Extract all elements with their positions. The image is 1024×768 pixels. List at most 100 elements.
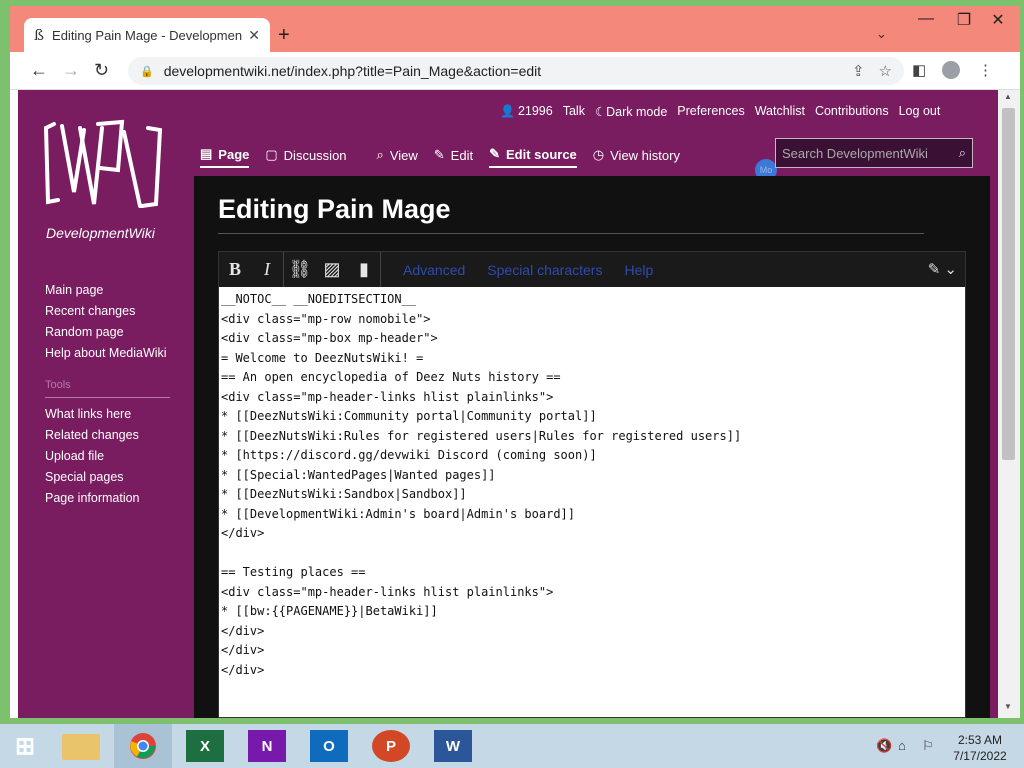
windows-taskbar: ⊞ X N O P W 🔇 ⌂ ⚐ 2:53 AM 7/17/2022 [0, 724, 1024, 768]
user-id: 21996 [517, 104, 553, 118]
bold-button[interactable]: B [219, 252, 251, 287]
word-icon[interactable]: W [434, 730, 472, 762]
wiki-logo[interactable] [40, 118, 166, 216]
tool-related-changes[interactable]: Related changes [45, 428, 170, 442]
reference-icon[interactable]: ▮ [348, 252, 380, 287]
editor-toolbar: B I ⛓ ▨ ▮ Advanced Special characters He… [219, 252, 965, 287]
history-icon: ◷ [592, 147, 605, 162]
scrollbar-thumb[interactable] [1002, 108, 1015, 460]
browser-toolbar: ← → ↻ 🔒 developmentwiki.net/index.php?ti… [10, 52, 1020, 90]
discussion-icon: ▢ [265, 147, 278, 162]
tab-page[interactable]: ▤ Page [200, 142, 250, 168]
search-icon[interactable]: ⌕ [959, 145, 966, 161]
wiki-sidebar: DevelopmentWiki Main page Recent changes… [18, 90, 194, 718]
page-title: Editing Pain Mage [218, 194, 451, 224]
tab-edit[interactable]: ✎ Edit [434, 143, 473, 167]
tab-search-chevron-icon[interactable]: ⌄ [876, 26, 887, 42]
tab-view-label: View [389, 147, 418, 163]
nav-recent-changes[interactable]: Recent changes [45, 304, 167, 318]
tab-strip: ß Editing Pain Mage - Developmen ✕ + ⌄ —… [10, 6, 1020, 52]
side-panel-icon[interactable]: ◧ [912, 61, 926, 79]
back-arrow-icon[interactable]: ← [30, 60, 48, 81]
wiki-search-box[interactable]: Search DevelopmentWiki ⌕ [775, 138, 973, 168]
special-characters-link[interactable]: Special characters [487, 262, 602, 278]
tools-menu: Tools What links here Related changes Up… [45, 379, 170, 512]
tab-edit-label: Edit [450, 147, 474, 163]
advanced-toolbar-link[interactable]: Advanced [403, 262, 465, 278]
contributions-link[interactable]: Contributions [815, 104, 889, 119]
page-scrollbar[interactable]: ▲ ▼ [998, 90, 1020, 718]
new-tab-button[interactable]: + [278, 24, 290, 47]
excel-icon[interactable]: X [186, 730, 224, 762]
tab-discussion-label: Discussion [283, 147, 347, 163]
windows-start-icon[interactable]: ⊞ [6, 730, 44, 762]
tab-discussion[interactable]: ▢ Discussion [265, 143, 346, 167]
pencil-icon: ✎ [433, 147, 445, 162]
tools-divider [45, 397, 170, 398]
profile-avatar[interactable] [942, 61, 960, 83]
italic-button[interactable]: I [251, 252, 283, 287]
minimize-button[interactable]: — [910, 10, 942, 28]
search-input[interactable]: Search DevelopmentWiki [782, 146, 959, 161]
chrome-taskbar-button[interactable] [114, 724, 172, 768]
image-icon[interactable]: ▨ [316, 252, 348, 287]
user-link[interactable]: 👤 21996 [500, 104, 553, 119]
url-text[interactable]: developmentwiki.net/index.php?title=Pain… [164, 63, 838, 79]
nav-main-page[interactable]: Main page [45, 283, 167, 297]
scroll-up-arrow-icon[interactable]: ▲ [1004, 92, 1012, 101]
tab-edit-source[interactable]: ✎ Edit source [489, 142, 577, 168]
browser-tab[interactable]: ß Editing Pain Mage - Developmen ✕ [24, 18, 270, 52]
share-icon[interactable]: ⇪ [852, 62, 865, 80]
tool-upload-file[interactable]: Upload file [45, 449, 170, 463]
forward-arrow-icon[interactable]: → [62, 60, 80, 81]
outlook-icon[interactable]: O [310, 730, 348, 762]
close-window-button[interactable]: ✕ [982, 10, 1014, 30]
page-viewport: DevelopmentWiki Main page Recent changes… [18, 90, 998, 718]
lock-icon: 🔒 [140, 65, 154, 78]
tab-title: Editing Pain Mage - Developmen [52, 27, 243, 43]
search-icon: ⌕ [376, 147, 384, 162]
scroll-down-arrow-icon[interactable]: ▼ [1004, 702, 1012, 711]
close-tab-icon[interactable]: ✕ [248, 27, 260, 44]
talk-link[interactable]: Talk [563, 104, 585, 119]
tools-heading: Tools [45, 379, 71, 391]
nav-random-page[interactable]: Random page [45, 325, 167, 339]
clock-date: 7/17/2022 [953, 749, 1007, 763]
browser-window: ß Editing Pain Mage - Developmen ✕ + ⌄ —… [10, 6, 1020, 718]
file-explorer-icon[interactable] [62, 734, 100, 760]
watchlist-link[interactable]: Watchlist [755, 104, 805, 119]
editing-mode-pencil-icon[interactable]: ✎ ⌄ [928, 260, 957, 278]
tab-view-history-label: View history [610, 147, 680, 163]
link-icon[interactable]: ⛓ [284, 252, 316, 287]
logout-link[interactable]: Log out [899, 104, 941, 119]
tab-edit-source-label: Edit source [505, 146, 577, 162]
bookmark-star-icon[interactable]: ☆ [879, 62, 892, 80]
wiki-favicon-icon: ß [34, 26, 45, 44]
tab-view-history[interactable]: ◷ View history [593, 143, 680, 167]
tool-page-information[interactable]: Page information [45, 491, 170, 505]
title-divider [218, 233, 924, 234]
address-bar[interactable]: 🔒 developmentwiki.net/index.php?title=Pa… [128, 57, 904, 85]
content-area: Editing Pain Mage B I ⛓ ▨ ▮ Advanced Spe… [194, 176, 990, 718]
network-icon[interactable]: ⌂ [898, 738, 906, 753]
chrome-icon [130, 733, 156, 759]
nav-help[interactable]: Help about MediaWiki [45, 346, 167, 360]
onenote-icon[interactable]: N [248, 730, 286, 762]
tab-view[interactable]: ⌕ View [377, 143, 418, 167]
source-textarea[interactable]: __NOTOC__ __NOEDITSECTION__ <div class="… [219, 287, 965, 717]
powerpoint-icon[interactable]: P [372, 730, 410, 762]
notification-icon[interactable]: ⚐ [922, 738, 934, 754]
dark-mode-link[interactable]: ☾Dark mode [595, 104, 667, 119]
site-name: DevelopmentWiki [46, 225, 155, 241]
reload-icon[interactable]: ↻ [94, 60, 109, 81]
menu-kebab-icon[interactable]: ⋮ [978, 61, 993, 79]
maximize-button[interactable]: ❐ [948, 10, 980, 30]
navigation-menu: Main page Recent changes Random page Hel… [45, 283, 167, 367]
tool-what-links-here[interactable]: What links here [45, 407, 170, 421]
user-icon: 👤 [500, 104, 515, 118]
preferences-link[interactable]: Preferences [677, 104, 744, 119]
help-link[interactable]: Help [624, 262, 653, 278]
tool-special-pages[interactable]: Special pages [45, 470, 170, 484]
volume-muted-icon[interactable]: 🔇 [876, 738, 892, 754]
system-clock[interactable]: 2:53 AM 7/17/2022 [950, 732, 1010, 764]
